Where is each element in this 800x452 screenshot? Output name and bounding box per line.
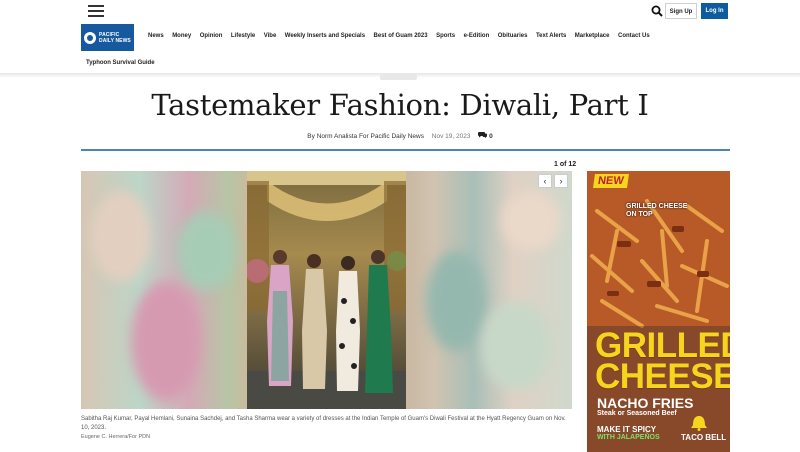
nav-item-marketplace[interactable]: Marketplace [575,33,610,39]
title-divider [81,149,730,151]
nav-item-contact-us[interactable]: Contact Us [618,33,650,39]
search-icon[interactable] [651,5,663,17]
byline-author: By Norm Analista For Pacific Daily News [307,133,424,140]
main-nav: News Money Opinion Lifestyle Vibe Weekly… [148,33,650,39]
blur-patch [481,301,551,391]
menu-icon[interactable] [88,5,104,17]
ad-product-option: Steak or Seasoned Beef [597,410,677,417]
gallery-next-button[interactable]: › [554,174,568,188]
ad-spicy-line-1: MAKE IT SPICY [597,425,657,434]
photo-illustration [247,171,406,409]
blur-patch [131,281,201,401]
blur-patch [426,251,486,351]
nav-item-sports[interactable]: Sports [436,33,455,39]
nav-item-money[interactable]: Money [172,33,191,39]
nav-item-vibe[interactable]: Vibe [264,33,277,39]
nav-item-weekly-inserts[interactable]: Weekly Inserts and Specials [285,33,365,39]
nav-item-typhoon-survival-guide[interactable]: Typhoon Survival Guide [86,60,155,66]
taco-bell-logo-icon [691,416,707,431]
logo-mark-icon [84,31,96,44]
photo-gallery[interactable]: ‹ › [81,171,572,409]
ad-spicy-text: MAKE IT SPICY WITH JALAPEÑOS [597,426,660,442]
gallery-prev-button[interactable]: ‹ [538,174,552,188]
blur-patch [501,191,561,251]
ad-headline: GRILLED CHEESE [595,328,730,396]
sign-up-button[interactable]: Sign Up [665,3,697,19]
publish-date: Nov 19, 2023 [431,133,471,140]
log-in-button[interactable]: Log In [701,3,728,19]
article-byline-row: By Norm Analista For Pacific Daily News … [0,131,800,140]
nav-item-best-of-guam[interactable]: Best of Guam 2023 [374,33,428,39]
ad-topping-text: GRILLED CHEESE ON TOP [626,203,687,219]
ad-brand-name: TACO BELL [681,433,727,442]
ad-new-badge: NEW [593,174,629,188]
nav-item-news[interactable]: News [148,33,164,39]
section-tag[interactable] [380,74,417,80]
site-logo[interactable]: PACIFIC DAILY NEWS [81,24,134,51]
blur-patch [176,211,236,291]
nav-item-lifestyle[interactable]: Lifestyle [231,33,255,39]
ad-product-name: NACHO FRIES [597,395,694,411]
comment-icon[interactable] [478,131,488,138]
photo-credit: Eugene C. Herrera/For PDN [81,434,151,440]
photo-caption: Sabitha Raj Kumar, Payal Hemlani, Sunain… [81,416,566,431]
top-bar: Sign Up Log In [0,0,800,22]
comment-count[interactable]: 0 [489,133,493,140]
nav-item-opinion[interactable]: Opinion [200,33,223,39]
ad-spicy-line-2: WITH JALAPEÑOS [597,434,660,441]
logo-text: PACIFIC DAILY NEWS [99,31,131,44]
advertisement[interactable]: NEW GRILLED CHEESE ON TOP GRILLED CHEESE… [587,171,730,452]
gallery-photo[interactable] [247,171,406,409]
article-title: Tastemaker Fashion: Diwali, Part I [151,88,649,122]
gallery-counter: 1 of 12 [554,161,577,168]
ad-topping-line-1: GRILLED CHEESE [626,203,688,210]
ad-topping-line-2: ON TOP [626,211,653,218]
nav-item-text-alerts[interactable]: Text Alerts [536,33,566,39]
blur-patch [91,191,151,281]
nav-item-e-edition[interactable]: e-Edition [464,33,490,39]
ad-headline-line-2: CHEESE [595,357,730,396]
nav-item-obituaries[interactable]: Obituaries [498,33,528,39]
